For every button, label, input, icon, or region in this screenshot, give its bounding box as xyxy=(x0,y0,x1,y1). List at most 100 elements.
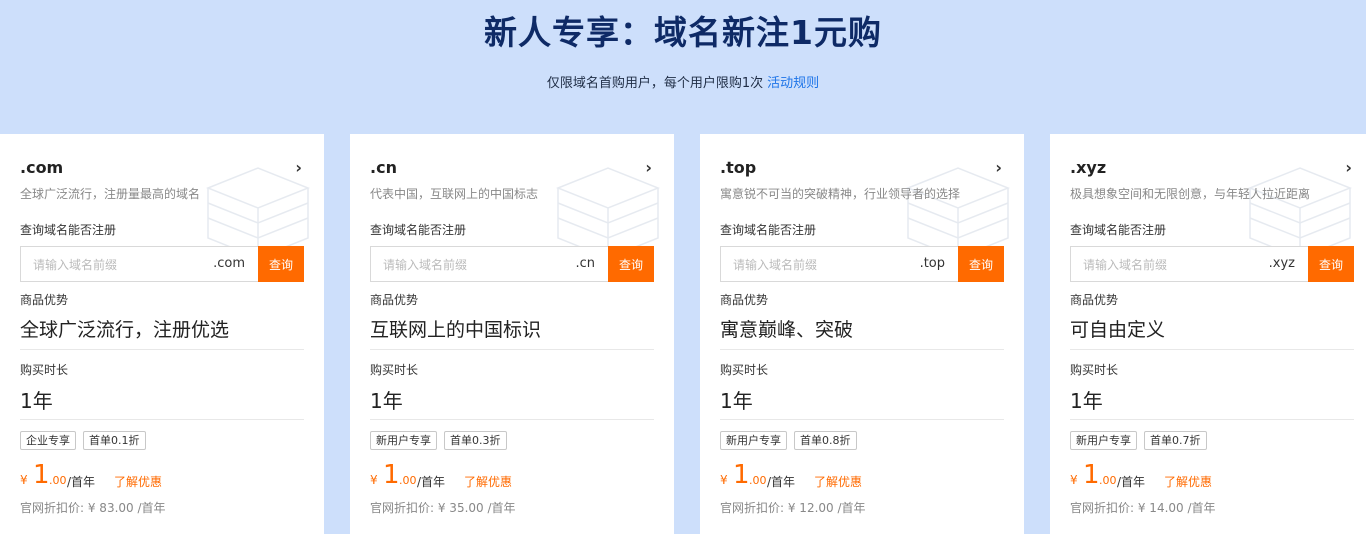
price-integer: 1 xyxy=(1083,460,1100,490)
advantage-label: 商品优势 xyxy=(720,293,769,307)
price-currency: ¥ xyxy=(1070,473,1078,487)
card-description: 全球广泛流行，注册量最高的域名 xyxy=(20,187,201,201)
divider xyxy=(20,349,304,350)
query-button[interactable]: 查询 xyxy=(258,246,304,282)
divider xyxy=(370,349,654,350)
tag-list: 新用户专享 首单0.8折 xyxy=(720,431,857,450)
domain-prefix-input[interactable] xyxy=(1081,247,1245,283)
card-tld[interactable]: .cn xyxy=(370,158,397,177)
price-decimal: .00 xyxy=(399,474,417,487)
price-decimal: .00 xyxy=(1099,474,1117,487)
advantage-label: 商品优势 xyxy=(370,293,419,307)
original-price: 官网折扣价: ¥ 14.00 /首年 xyxy=(1070,501,1216,515)
domain-suffix: .top xyxy=(919,256,945,271)
tag-badge: 首单0.7折 xyxy=(1144,431,1207,450)
duration-label: 购买时长 xyxy=(20,363,69,377)
domain-card-cn: .cn › 代表中国，互联网上的中国标志 查询域名能否注册 .cn 查询 商品优… xyxy=(350,134,674,534)
query-label: 查询域名能否注册 xyxy=(370,223,467,237)
price-integer: 1 xyxy=(33,460,50,490)
original-price: 官网折扣价: ¥ 35.00 /首年 xyxy=(370,501,516,515)
advantage-value: 可自由定义 xyxy=(1070,319,1166,341)
tag-badge: 首单0.8折 xyxy=(794,431,857,450)
search-field: .cn xyxy=(370,246,610,283)
query-button[interactable]: 查询 xyxy=(958,246,1004,282)
domain-suffix: .cn xyxy=(575,256,595,271)
chevron-right-icon[interactable]: › xyxy=(1345,158,1352,177)
domain-prefix-input[interactable] xyxy=(31,247,195,283)
divider xyxy=(20,419,304,420)
domain-card-com: .com › 全球广泛流行，注册量最高的域名 查询域名能否注册 .com 查询 … xyxy=(0,134,324,534)
duration-value: 1年 xyxy=(720,389,753,413)
advantage-label: 商品优势 xyxy=(20,293,69,307)
domain-prefix-input[interactable] xyxy=(731,247,895,283)
price-unit: /首年 xyxy=(1117,475,1146,489)
tag-list: 新用户专享 首单0.3折 xyxy=(370,431,507,450)
chevron-right-icon[interactable]: › xyxy=(645,158,652,177)
card-description: 寓意锐不可当的突破精神，行业领导者的选择 xyxy=(720,187,961,201)
subtitle-text: 仅限域名首购用户，每个用户限购1次 xyxy=(546,76,764,91)
duration-label: 购买时长 xyxy=(1070,363,1119,377)
domain-suffix: .com xyxy=(213,256,245,271)
divider xyxy=(720,419,1004,420)
duration-value: 1年 xyxy=(20,389,53,413)
card-description: 代表中国，互联网上的中国标志 xyxy=(370,187,539,201)
duration-label: 购买时长 xyxy=(720,363,769,377)
card-tld[interactable]: .com xyxy=(20,158,63,177)
card-tld[interactable]: .top xyxy=(720,158,756,177)
advantage-value: 互联网上的中国标识 xyxy=(370,319,542,341)
domain-prefix-input[interactable] xyxy=(381,247,545,283)
duration-value: 1年 xyxy=(1070,389,1103,413)
divider xyxy=(1070,419,1354,420)
price-currency: ¥ xyxy=(720,473,728,487)
tag-badge: 首单0.3折 xyxy=(444,431,507,450)
promo-link[interactable]: 了解优惠 xyxy=(464,473,512,490)
original-price: 官网折扣价: ¥ 12.00 /首年 xyxy=(720,501,866,515)
chevron-right-icon[interactable]: › xyxy=(295,158,302,177)
query-label: 查询域名能否注册 xyxy=(1070,223,1167,237)
advantage-value: 全球广泛流行，注册优选 xyxy=(20,319,230,341)
domain-suffix: .xyz xyxy=(1268,256,1295,271)
query-button[interactable]: 查询 xyxy=(608,246,654,282)
page-title: 新人专享：域名新注1元购 xyxy=(484,13,882,52)
search-field: .xyz xyxy=(1070,246,1310,283)
search-field: .top xyxy=(720,246,960,283)
promo-subtitle: 仅限域名首购用户，每个用户限购1次 活动规则 xyxy=(0,72,1366,91)
domain-card-xyz: .xyz › 极具想象空间和无限创意，与年轻人拉近距离 查询域名能否注册 .xy… xyxy=(1050,134,1366,534)
domain-search: .xyz 查询 xyxy=(1070,246,1354,283)
price-unit: /首年 xyxy=(417,475,446,489)
card-tld[interactable]: .xyz xyxy=(1070,158,1106,177)
tag-badge: 新用户专享 xyxy=(1070,431,1137,450)
divider xyxy=(720,349,1004,350)
search-field: .com xyxy=(20,246,260,283)
tag-list: 企业专享 首单0.1折 xyxy=(20,431,146,450)
chevron-right-icon[interactable]: › xyxy=(995,158,1002,177)
divider xyxy=(370,419,654,420)
price-currency: ¥ xyxy=(20,473,28,487)
promo-link[interactable]: 了解优惠 xyxy=(1164,473,1212,490)
tag-list: 新用户专享 首单0.7折 xyxy=(1070,431,1207,450)
advantage-label: 商品优势 xyxy=(1070,293,1119,307)
domain-search: .cn 查询 xyxy=(370,246,654,283)
tag-badge: 新用户专享 xyxy=(370,431,437,450)
duration-value: 1年 xyxy=(370,389,403,413)
divider xyxy=(1070,349,1354,350)
promo-link[interactable]: 了解优惠 xyxy=(114,473,162,490)
price-currency: ¥ xyxy=(370,473,378,487)
price-unit: /首年 xyxy=(767,475,796,489)
query-button[interactable]: 查询 xyxy=(1308,246,1354,282)
tag-badge: 首单0.1折 xyxy=(83,431,146,450)
query-label: 查询域名能否注册 xyxy=(20,223,117,237)
promo-header: 新人专享：域名新注1元购 仅限域名首购用户，每个用户限购1次 活动规则 xyxy=(0,0,1366,134)
domain-search: .com 查询 xyxy=(20,246,304,283)
original-price: 官网折扣价: ¥ 83.00 /首年 xyxy=(20,501,166,515)
query-label: 查询域名能否注册 xyxy=(720,223,817,237)
price-decimal: .00 xyxy=(49,474,67,487)
price-integer: 1 xyxy=(733,460,750,490)
tag-badge: 新用户专享 xyxy=(720,431,787,450)
rules-link[interactable]: 活动规则 xyxy=(767,76,819,91)
price-integer: 1 xyxy=(383,460,400,490)
promo-link[interactable]: 了解优惠 xyxy=(814,473,862,490)
price-unit: /首年 xyxy=(67,475,96,489)
domain-card-top: .top › 寓意锐不可当的突破精神，行业领导者的选择 查询域名能否注册 .to… xyxy=(700,134,1024,534)
tag-badge: 企业专享 xyxy=(20,431,76,450)
